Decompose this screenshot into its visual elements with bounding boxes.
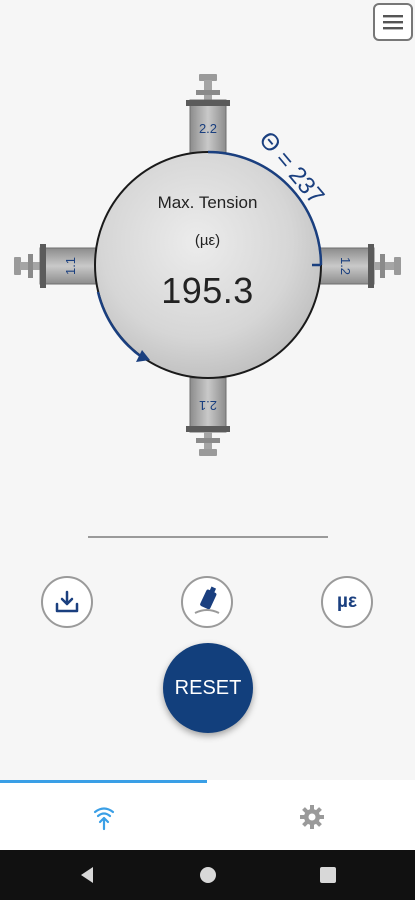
tab-settings[interactable] (208, 783, 415, 850)
sensor-label-bottom: 2.1 (199, 398, 217, 413)
menu-button[interactable] (373, 3, 413, 41)
unit-toggle-label: µε (337, 591, 357, 612)
download-button[interactable] (41, 576, 93, 628)
sensor-top (186, 74, 230, 157)
sensor-label-top: 2.2 (199, 121, 217, 136)
home-icon[interactable] (197, 864, 219, 886)
gear-icon (299, 804, 324, 829)
tension-value: 195.3 (161, 270, 254, 311)
max-tension-label: Max. Tension (157, 193, 258, 212)
download-icon (55, 590, 79, 613)
reset-button[interactable]: RESET (163, 643, 253, 733)
back-icon[interactable] (77, 864, 99, 886)
mount-button[interactable] (181, 576, 233, 628)
unit-toggle-button[interactable]: µε (321, 576, 373, 628)
system-nav-bar (0, 850, 415, 900)
recents-icon[interactable] (317, 864, 339, 886)
hamburger-menu-icon (383, 15, 403, 30)
sensor-bottom (186, 377, 230, 456)
tension-gauge: 2.2 1.2 2.1 1.1 Θ = 237 Max. Tension (µε… (0, 60, 415, 480)
divider (88, 536, 328, 538)
bolt-mount-icon (194, 586, 220, 614)
wireless-signal-icon (93, 806, 114, 830)
unit-label: (µε) (194, 232, 221, 249)
bottom-tab-bar (0, 780, 415, 850)
tab-live-measurement[interactable] (0, 783, 207, 850)
